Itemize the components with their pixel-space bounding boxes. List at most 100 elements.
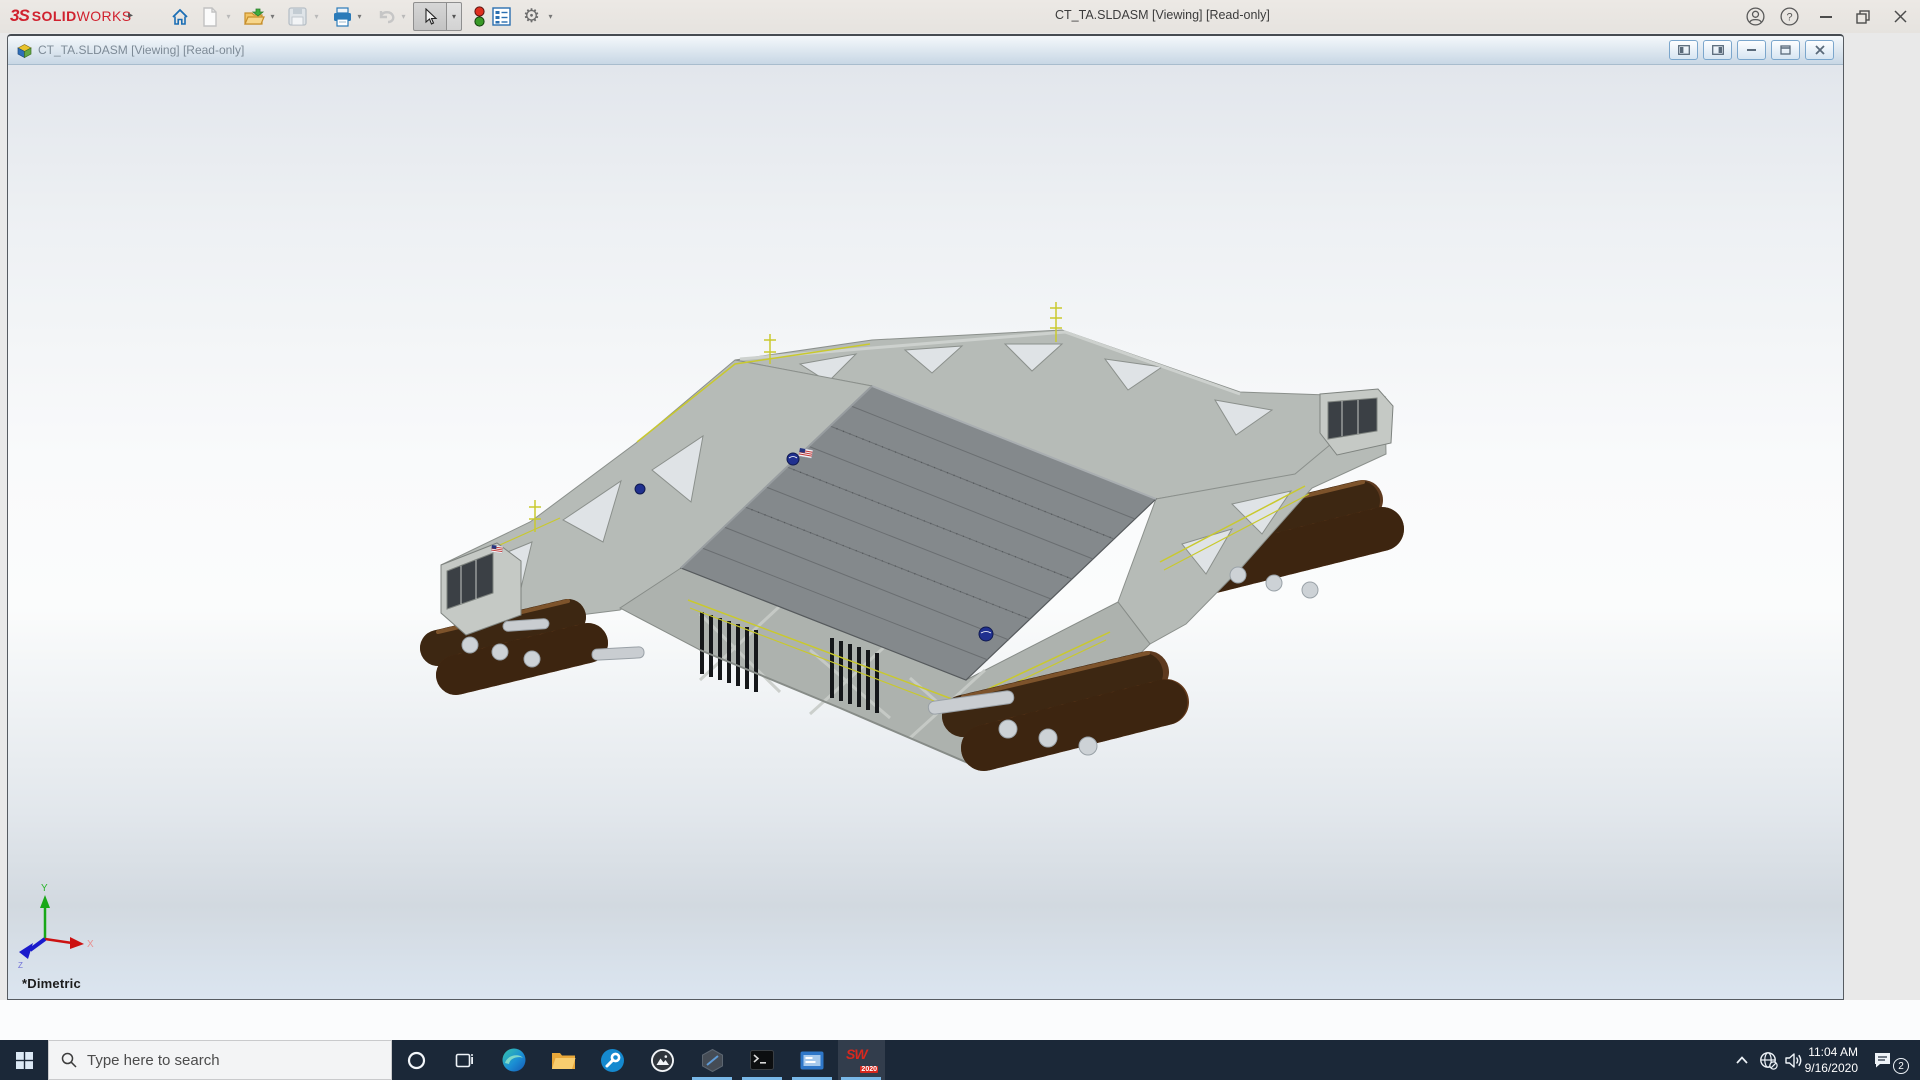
taskbar-app-file-explorer[interactable] — [539, 1040, 587, 1080]
undo-icon — [379, 10, 394, 23]
gear-icon: ⚙ — [522, 6, 541, 27]
help-button[interactable]: ? — [1769, 0, 1809, 33]
tile-left-icon — [1677, 45, 1690, 55]
assembly-document-icon — [17, 44, 32, 59]
doc-close-button[interactable] — [1805, 40, 1834, 60]
svg-text:Y: Y — [41, 883, 48, 894]
chevron-up-icon — [1736, 1056, 1748, 1064]
svg-text:X: X — [87, 939, 94, 950]
command-prompt-icon — [750, 1050, 774, 1070]
app-window-icon — [800, 1051, 824, 1069]
document-title: CT_TA.SLDASM [Viewing] [Read-only] — [38, 43, 245, 57]
undo-dropdown[interactable]: ▾ — [397, 3, 410, 30]
open-button[interactable] — [240, 3, 267, 30]
open-dropdown[interactable]: ▾ — [266, 3, 279, 30]
search-icon — [61, 1052, 77, 1068]
taskbar-app-window[interactable] — [788, 1040, 836, 1080]
brand-mark: 3S — [10, 6, 30, 25]
action-center-icon — [1875, 1053, 1890, 1068]
svg-text:Z: Z — [18, 961, 23, 970]
tray-show-hidden-icons[interactable] — [1728, 1040, 1756, 1080]
edge-icon — [502, 1048, 526, 1072]
statusbar — [0, 1000, 1920, 1040]
doc-tile-left-button[interactable] — [1669, 40, 1698, 60]
options-dropdown[interactable]: ▾ — [544, 3, 557, 30]
solidworks-2020-icon: SW 2020 — [846, 1046, 878, 1073]
save-button[interactable] — [284, 3, 311, 30]
document-window: CT_TA.SLDASM [Viewing] [Read-only] Y X Z… — [7, 34, 1844, 1000]
minimize-icon — [1820, 15, 1832, 18]
taskbar-search-input[interactable]: Type here to search — [48, 1040, 392, 1080]
task-view-button[interactable] — [440, 1040, 488, 1080]
select-tool-dropdown[interactable]: ▾ — [447, 2, 462, 31]
taskbar-app-hexagon[interactable] — [688, 1040, 736, 1080]
wrench-circle-icon — [600, 1048, 624, 1072]
menu-expander-arrow[interactable]: ▸ — [128, 8, 138, 24]
taskbar-app-photos[interactable] — [638, 1040, 686, 1080]
clock-time: 11:04 AM — [1808, 1045, 1858, 1059]
start-button[interactable] — [0, 1040, 48, 1080]
view-orientation-label: *Dimetric — [22, 976, 81, 991]
globe-no-internet-icon — [1759, 1051, 1778, 1070]
select-tool-group: ▾ — [413, 2, 462, 31]
photos-icon — [650, 1048, 674, 1072]
brand-name-light: WORKS — [76, 8, 132, 24]
windows-taskbar: Type here to search SW 2020 11:04 AM 9/1… — [0, 1040, 1920, 1080]
windows-logo-icon — [15, 1051, 33, 1069]
help-icon: ? — [1779, 7, 1799, 26]
clock-date: 9/16/2020 — [1804, 1061, 1858, 1075]
restore-icon — [1856, 9, 1870, 24]
graphics-viewport[interactable]: Y X Z *Dimetric — [8, 65, 1843, 999]
solidworks-logo: 3S SOLID WORKS — [10, 6, 131, 26]
home-icon — [171, 8, 188, 25]
options-button[interactable]: ⚙ — [518, 3, 545, 30]
orientation-triad: Y X Z — [18, 883, 94, 970]
new-document-icon — [202, 6, 217, 27]
print-dropdown[interactable]: ▾ — [353, 3, 366, 30]
taskbar-app-tool-circle[interactable] — [588, 1040, 636, 1080]
search-placeholder-text: Type here to search — [87, 1051, 220, 1069]
list-report-icon — [492, 7, 511, 26]
doc-restore-button[interactable] — [1771, 40, 1800, 60]
document-window-controls — [1669, 40, 1834, 60]
doc-minimize-button[interactable] — [1737, 40, 1766, 60]
select-tool-button[interactable] — [413, 2, 447, 31]
minimize-button[interactable] — [1806, 0, 1846, 33]
hexagon-app-icon — [701, 1048, 723, 1072]
notification-count-badge: 2 — [1893, 1058, 1909, 1074]
app-title: CT_TA.SLDASM [Viewing] [Read-only] — [1055, 8, 1270, 22]
action-center-button[interactable] — [1868, 1040, 1898, 1080]
tray-clock[interactable]: 11:04 AM 9/16/2020 — [1792, 1044, 1858, 1076]
taskbar-app-solidworks[interactable]: SW 2020 — [837, 1040, 885, 1080]
close-button[interactable] — [1880, 0, 1920, 33]
tray-network-button[interactable] — [1754, 1040, 1782, 1080]
traffic-light-icon — [474, 5, 485, 27]
home-button[interactable] — [166, 3, 193, 30]
doc-minimize-icon — [1747, 49, 1756, 51]
new-document-button[interactable] — [196, 3, 223, 30]
crawler-transporter-model: Y X Z — [18, 302, 1404, 970]
taskbar-app-command-prompt[interactable] — [738, 1040, 786, 1080]
undo-button[interactable] — [373, 3, 400, 30]
print-button[interactable] — [329, 3, 356, 30]
taskbar-app-edge[interactable] — [490, 1040, 538, 1080]
solidworks-year-badge: 2020 — [860, 1066, 878, 1073]
app-titlebar: 3S SOLID WORKS ▸ ▾ ▾ ▾ ▾ ▾ ▾ ⚙ ▾ CT_TA.S… — [0, 0, 1920, 33]
save-icon — [288, 7, 307, 26]
restore-button[interactable] — [1843, 0, 1883, 33]
doc-close-icon — [1814, 45, 1825, 55]
close-icon — [1893, 10, 1907, 23]
app-background — [1845, 33, 1920, 1000]
new-document-dropdown[interactable]: ▾ — [222, 3, 235, 30]
doc-tile-right-button[interactable] — [1703, 40, 1732, 60]
save-dropdown[interactable]: ▾ — [310, 3, 323, 30]
open-folder-icon — [243, 8, 265, 25]
print-icon — [334, 6, 351, 27]
bill-of-materials-button[interactable] — [488, 3, 515, 30]
doc-restore-icon — [1780, 45, 1791, 55]
file-explorer-icon — [551, 1052, 575, 1069]
select-cursor-icon — [425, 7, 438, 25]
cortana-button[interactable] — [392, 1040, 440, 1080]
account-icon — [1745, 7, 1765, 26]
document-titlebar[interactable]: CT_TA.SLDASM [Viewing] [Read-only] — [8, 36, 1843, 65]
